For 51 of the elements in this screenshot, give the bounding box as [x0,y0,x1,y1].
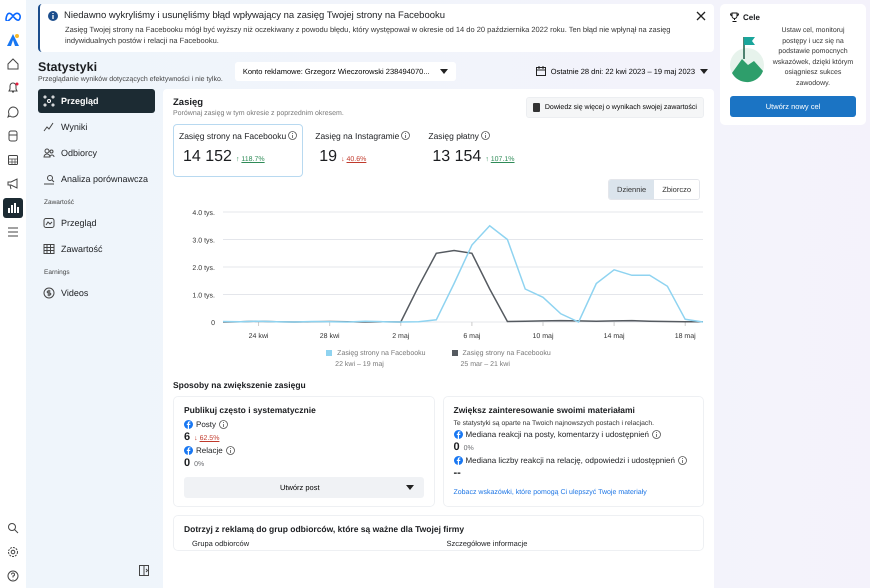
caret-icon [700,68,708,74]
close-icon[interactable] [696,10,706,20]
stat-label: Relacje [196,446,223,455]
stat-value: 0 [454,440,460,453]
info-icon [678,456,687,465]
stat-label: Mediana liczby reakcji na relację, odpowiedzi i udostępnień [466,456,675,465]
results-icon [43,120,55,133]
nav-item[interactable]: Przegląd [38,210,155,235]
goals-title: Cele [743,12,760,22]
facebook-icon [454,456,462,465]
stat-label: Posty [196,420,216,429]
info-icon [219,420,228,429]
info-icon [288,131,298,140]
card-title: Dotrzyj z reklamą do grup odbiorców, które są ważne dla Twojej firmy [184,524,466,534]
info-icon [480,131,490,140]
card-title: Zwiększ zainteresowanie swoimi materiałami [454,404,636,415]
info-icon [401,131,410,140]
trophy-icon [730,12,739,22]
compare-icon [43,172,55,185]
stat-value: 6 [184,430,190,443]
section-title: Sposoby na zwiększenie zasięgu [173,380,307,390]
calendar-icon [536,66,546,76]
banner-title: Niedawno wykryliśmy i usunęliśmy błąd wpływający na zasięg Twojej strony na Facebooku [64,10,446,21]
page-title: Statystyki [38,60,98,74]
nav-item[interactable]: Wyniki [38,114,155,139]
table-icon [43,242,55,255]
nav-item[interactable]: Odbiorcy [38,140,155,165]
nav-item[interactable]: Videos [38,280,155,305]
info-icon [652,430,662,439]
nav-item[interactable]: Analiza porównawcza [38,166,155,191]
nav-item[interactable]: Przegląd [38,88,155,113]
info-icon [48,10,58,20]
stat-value: 0 [184,456,190,469]
overview-icon [43,94,55,107]
dollar-icon [43,286,55,299]
card-title: Publikuj często i systematycznie [184,404,317,415]
book-icon [532,102,540,112]
info-icon [226,446,235,455]
caret-icon [440,68,448,74]
caret-icon [406,484,414,490]
audience-icon [43,146,55,159]
facebook-icon [184,446,193,455]
nav-item[interactable]: Zawartość [38,236,155,261]
content-overview-icon [43,216,55,229]
reach-title: Zasięg [173,96,204,108]
stat-value: -- [454,466,461,479]
stat-label: Mediana reakcji na posty, komentarzy i udostępnień [466,430,650,439]
chart-icon[interactable] [3,198,23,218]
facebook-icon [184,420,193,429]
collapse-panel-icon[interactable] [139,565,149,576]
facebook-icon [454,430,462,439]
